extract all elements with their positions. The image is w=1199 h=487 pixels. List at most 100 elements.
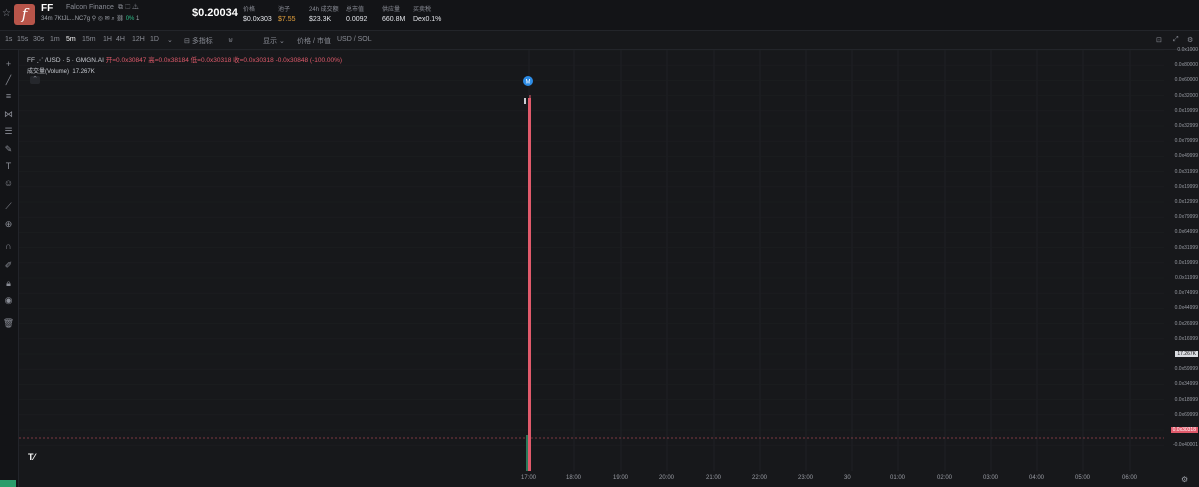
y-tick-label: 0.0x74999 (1174, 290, 1198, 297)
x-tick-label: 30 (844, 475, 851, 481)
timeframe-4H[interactable]: 4H (116, 36, 125, 43)
magnet-icon[interactable]: ∩ (2, 240, 15, 252)
chart-legend-volume: 成交量(Volume) 17.267K (27, 69, 95, 75)
y-tick-label: 0.0x1000 (1177, 47, 1198, 53)
x-tick-label: 04:00 (1029, 475, 1045, 481)
y-tick-label: 0.0x44999 (1174, 305, 1198, 312)
y-tick-label: 0.0x11999 (1175, 275, 1198, 281)
y-tick-label: 0.0x19999 (1174, 259, 1198, 266)
text-icon[interactable]: T (2, 160, 15, 172)
y-tick-label: 0.0x30318 (1170, 427, 1198, 433)
x-tick-label: 17:00 (521, 475, 537, 481)
y-tick-label: 0.0x49999 (1174, 153, 1198, 160)
pattern-icon[interactable]: ⋈ (2, 108, 15, 120)
y-tick-label: 0.0x80000 (1174, 62, 1198, 69)
x-tick-label: 20:00 (659, 475, 675, 481)
share-icon[interactable]: ⧉ ⬚ ⚠ (118, 4, 139, 12)
candle-type-button[interactable]: ⊍ (228, 36, 233, 44)
marker-label: M (526, 80, 531, 86)
y-tick-label: 0.0x31999 (1174, 244, 1198, 251)
y-tick-label: 0.0x32000 (1174, 92, 1198, 99)
token-symbol: FF (41, 3, 54, 14)
fib-icon[interactable]: ☰ (2, 125, 15, 137)
y-tick-label: 0.0x12999 (1174, 199, 1198, 205)
y-tick-label: 0.0x18999 (1174, 396, 1198, 403)
fullscreen-icon[interactable]: ⤢ (1173, 36, 1179, 44)
link-icons[interactable]: ⚲ ◎ ✉ ⌕ ⛓ (92, 16, 124, 22)
lock-drawing-icon[interactable]: ✐ (2, 259, 15, 271)
token-price: $0.20034 (192, 7, 238, 19)
y-tick-label: 0.0x64999 (1174, 229, 1198, 236)
collapse-legend-icon[interactable]: ⌃ (30, 76, 40, 84)
token-subinfo: 34m 7KtJL...NC7g ⚲ ◎ ✉ ⌕ ⛓ 0% 1 (41, 15, 139, 23)
price-axis[interactable]: 0.0x1000 0.0x80000 0.0x60000 0.0x32000 0.0x1… (1165, 47, 1199, 471)
stat-volume: 24h 成交额 $23.3K (309, 7, 339, 23)
timeframe-5m[interactable]: 5m (66, 36, 76, 43)
y-tick-label: 0.0x34999 (1174, 381, 1198, 388)
candle-body (528, 98, 531, 471)
price-chart[interactable]: M (19, 50, 1164, 471)
timeframe-1s[interactable]: 1s (5, 36, 12, 43)
trendline-icon[interactable]: ╱ (2, 74, 15, 86)
token-address[interactable]: 7KtJL...NC7g (54, 16, 90, 22)
brush-icon[interactable]: ✎ (2, 143, 15, 155)
token-name: Falcon Finance (66, 4, 114, 11)
timeframe-1m[interactable]: 1m (50, 36, 60, 43)
tradingview-logo: T⁄ (28, 452, 36, 462)
x-tick-label: 02:00 (937, 475, 953, 481)
ruler-icon[interactable]: ⟋ (2, 200, 15, 212)
y-tick-label: 0.0x19999 (1174, 183, 1198, 190)
stat-price: 价格 $0.0x303 (243, 7, 272, 23)
drawing-toolbar: + ╱ ≡ ⋈ ☰ ✎ T ☺ ⟋ ⊕ ∩ ✐ 🔒︎ ◉ 🗑︎ (0, 50, 19, 487)
y-tick-label: 0.0x31999 (1174, 168, 1198, 175)
chart-legend-title: FF ⋰ /USD · 5 · GMGN.AI 开=0.0x30847 高=0.… (27, 57, 343, 64)
y-tick-label: 0.0x79999 (1174, 138, 1198, 145)
timeframe-12H[interactable]: 12H (132, 36, 145, 43)
horizontal-lines-icon[interactable]: ≡ (2, 90, 15, 102)
timeframe-1H[interactable]: 1H (103, 36, 112, 43)
trash-icon[interactable]: 🗑︎ (2, 317, 15, 329)
y-tick-label: 0.0x69999 (1174, 411, 1198, 418)
change-pct: 0% (125, 16, 135, 22)
indicators-button[interactable]: ⊟ 多指标 (184, 36, 213, 46)
price-mcap-toggle[interactable]: 价格 / 市值 (297, 36, 331, 46)
display-button[interactable]: 显示 ⌄ (263, 36, 285, 46)
timeframe-1D[interactable]: 1D (150, 36, 159, 43)
crosshair-icon[interactable]: + (2, 58, 15, 70)
x-tick-label: 01:00 (890, 475, 906, 481)
y-tick-label: 0.0x26999 (1174, 320, 1198, 327)
timeframe-15s[interactable]: 15s (17, 36, 28, 43)
camera-icon[interactable]: ⊡ (1156, 36, 1162, 44)
holders-count: 1 (136, 16, 140, 22)
candle-flag (524, 98, 526, 104)
lock-icon[interactable]: 🔒︎ (2, 277, 15, 289)
stat-tax: 买卖税 Dex0.1% (413, 7, 442, 23)
timeframe-30s[interactable]: 30s (33, 36, 44, 43)
x-tick-label: 18:00 (566, 475, 582, 481)
zoom-icon[interactable]: ⊕ (2, 218, 15, 230)
chevron-down-icon[interactable]: ⌄ (167, 36, 173, 44)
chart-toolbar (0, 31, 1199, 50)
y-tick-label: 17.267K (1175, 351, 1198, 357)
y-tick-label: 0.0x79999 (1174, 214, 1198, 221)
axis-settings-icon[interactable]: ⚙ (1181, 475, 1188, 484)
x-tick-label: 21:00 (706, 475, 722, 481)
emoji-icon[interactable]: ☺ (2, 177, 15, 189)
x-tick-label: 05:00 (1075, 475, 1091, 481)
x-tick-label: 19:00 (613, 475, 629, 481)
y-tick-label: -0.0x40001 (1172, 442, 1198, 449)
settings-icon[interactable]: ⚙ (1187, 36, 1193, 44)
x-tick-label: 03:00 (983, 475, 999, 481)
y-tick-label: 0.0x32999 (1174, 123, 1198, 129)
eye-icon[interactable]: ◉ (2, 294, 15, 306)
currency-toggle[interactable]: USD / SOL (337, 36, 372, 43)
stat-pool: 池子 $7.55 (278, 7, 296, 23)
star-icon[interactable]: ☆ (2, 8, 11, 19)
x-tick-label: 23:00 (798, 475, 814, 481)
status-indicator (0, 480, 16, 487)
token-age: 34m (41, 16, 53, 22)
y-tick-label: 0.0x59999 (1174, 366, 1198, 373)
timeframe-15m[interactable]: 15m (82, 36, 96, 43)
token-logo: f (14, 4, 35, 25)
x-tick-label: 22:00 (752, 475, 768, 481)
